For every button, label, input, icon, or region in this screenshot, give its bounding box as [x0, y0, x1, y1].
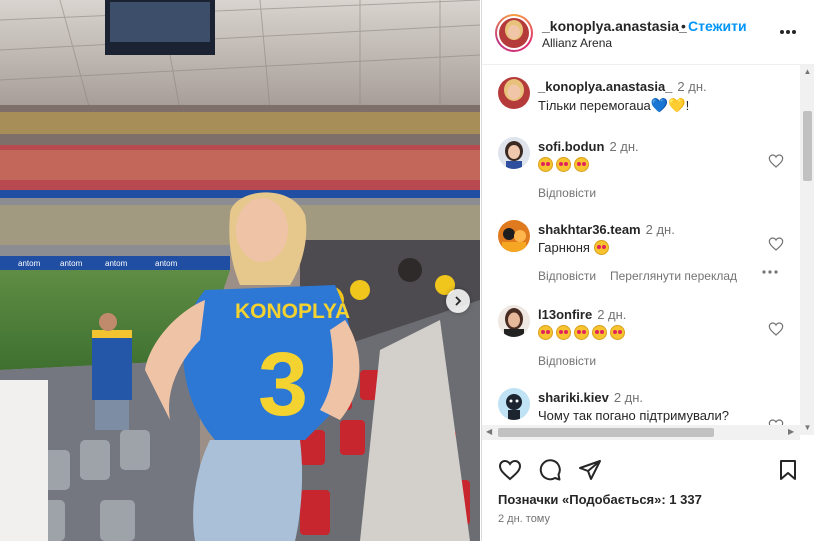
follow-button[interactable]: Стежити: [688, 18, 747, 34]
caption-suffix: !: [685, 98, 690, 113]
like-heart-icon[interactable]: [498, 458, 522, 482]
comment-icon[interactable]: [538, 458, 562, 482]
comment-username[interactable]: l13onfire: [538, 307, 592, 322]
separator-dot: •: [681, 18, 686, 34]
reply-button[interactable]: Відповісти: [538, 269, 596, 283]
see-translation-button[interactable]: Переглянути переклад: [610, 269, 737, 283]
like-comment-heart-icon[interactable]: [768, 236, 784, 252]
comment-time: 2 дн.: [609, 139, 639, 154]
comment-text: Чому так погано підтримували?: [538, 408, 730, 423]
comment-options-icon[interactable]: [760, 265, 780, 279]
scroll-up-arrow-icon[interactable]: ▲: [803, 67, 812, 76]
comments-vertical-scrollbar[interactable]: ▲ ▼: [800, 65, 814, 435]
comment-time: 2 дн.: [597, 307, 627, 322]
comment-username[interactable]: sofi.bodun: [538, 139, 604, 154]
scrollbar-thumb[interactable]: [498, 428, 714, 437]
caption-username[interactable]: _konoplya.anastasia_: [538, 79, 672, 94]
like-comment-heart-icon[interactable]: [768, 321, 784, 337]
post-timestamp[interactable]: 2 дн. тому: [498, 513, 550, 525]
likes-count[interactable]: Позначки «Подобається»: 1 337: [498, 492, 702, 507]
reply-button[interactable]: Відповісти: [538, 186, 596, 200]
comment-username[interactable]: shariki.kiev: [538, 390, 609, 405]
post-photo[interactable]: antom antom antom antom KONOPLYA 3: [0, 0, 480, 541]
blue-heart-emoji: 💙: [650, 97, 669, 113]
reply-button[interactable]: Відповісти: [538, 354, 596, 368]
comment-text: [538, 325, 628, 340]
comment-time: 2 дн.: [613, 390, 644, 405]
ad-board-text-1: antom: [18, 259, 41, 268]
scroll-left-arrow-icon[interactable]: ◀: [486, 427, 492, 436]
ad-board-text-4: antom: [155, 259, 178, 268]
chevron-right-icon: [455, 296, 462, 306]
author-avatar-image: [499, 18, 529, 48]
heart-eyes-emoji: [592, 325, 607, 340]
author-username[interactable]: _konoplya.anastasia_: [542, 18, 687, 34]
more-options-icon[interactable]: [778, 22, 798, 42]
commenter-avatar[interactable]: [498, 220, 530, 252]
like-comment-heart-icon[interactable]: [768, 153, 784, 169]
share-send-icon[interactable]: [578, 458, 602, 482]
scrollbar-thumb[interactable]: [803, 111, 812, 181]
location-link[interactable]: Allianz Arena: [542, 36, 612, 50]
heart-eyes-emoji: [556, 325, 571, 340]
save-bookmark-icon[interactable]: [776, 458, 800, 482]
heart-eyes-emoji: [610, 325, 625, 340]
commenter-avatar[interactable]: [498, 137, 530, 169]
comment-time: 2 дн.: [645, 222, 675, 237]
comments-horizontal-scrollbar[interactable]: ◀ ▶: [482, 425, 800, 440]
ad-board-text-3: antom: [105, 259, 128, 268]
next-photo-button[interactable]: [446, 289, 470, 313]
ad-board-text-2: antom: [60, 259, 83, 268]
caption-text: Тільки перемогаuа: [538, 98, 651, 113]
comments-list[interactable]: _konoplya.anastasia_ 2 дн. Тільки перемог…: [482, 65, 814, 435]
heart-eyes-emoji: [538, 325, 553, 340]
comment-username[interactable]: shakhtar36.team: [538, 222, 641, 237]
heart-eyes-emoji: [538, 157, 553, 172]
commenter-avatar[interactable]: [498, 305, 530, 337]
post-header: _konoplya.anastasia_ • Стежити Allianz A…: [482, 0, 814, 65]
heart-eyes-emoji: [556, 157, 571, 172]
post-sidebar: _konoplya.anastasia_ • Стежити Allianz A…: [481, 0, 814, 541]
heart-eyes-emoji: [593, 240, 609, 255]
heart-eyes-emoji: [574, 325, 589, 340]
caption-avatar[interactable]: [498, 77, 530, 109]
heart-eyes-emoji: [574, 157, 589, 172]
jersey-name: KONOPLYA: [235, 300, 350, 323]
scroll-down-arrow-icon[interactable]: ▼: [803, 423, 812, 432]
jersey-number: 3: [258, 335, 308, 435]
stadium-scene: antom antom antom antom KONOPLYA 3: [0, 0, 480, 541]
yellow-heart-emoji: 💛: [668, 97, 686, 113]
comment-text: Гарнюня: [538, 240, 590, 255]
commenter-avatar[interactable]: [498, 388, 530, 420]
comment-text: [538, 157, 592, 172]
scroll-right-arrow-icon[interactable]: ▶: [788, 427, 794, 436]
caption-time: 2 дн.: [677, 79, 707, 94]
author-avatar[interactable]: [495, 14, 533, 52]
post-actions: [482, 448, 814, 488]
instagram-post-modal: antom antom antom antom KONOPLYA 3 _kono…: [0, 0, 814, 541]
